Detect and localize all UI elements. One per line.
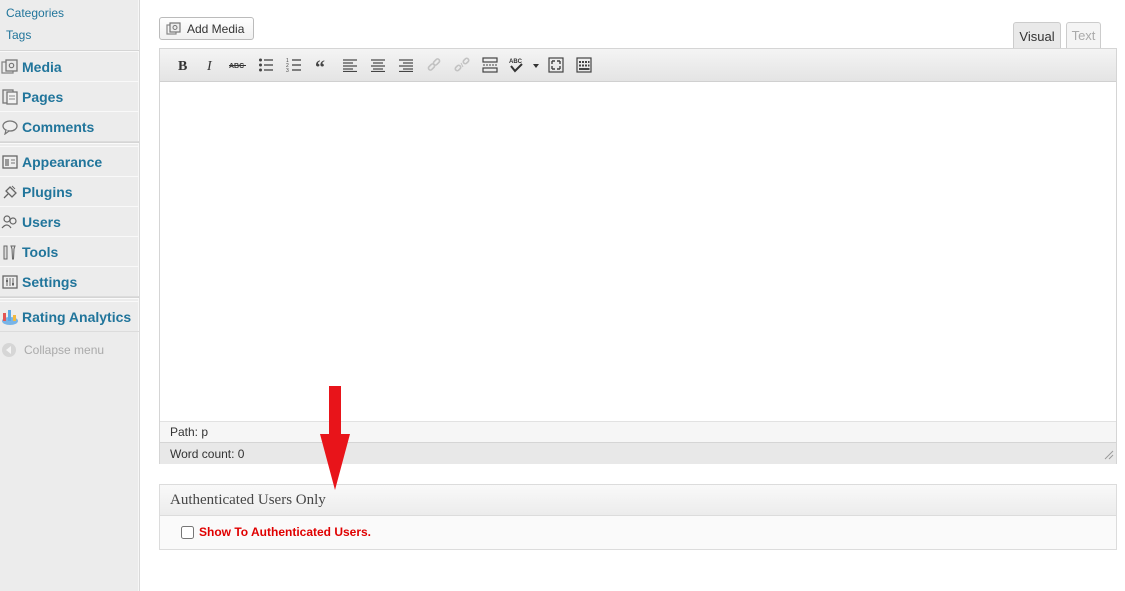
media-icon bbox=[0, 57, 20, 77]
remove-link-icon[interactable] bbox=[452, 56, 472, 74]
numbered-list-button[interactable]: 123 bbox=[284, 56, 304, 74]
spellcheck-button[interactable]: ABC bbox=[508, 56, 542, 74]
sidebar-item-media[interactable]: Media bbox=[0, 51, 139, 82]
settings-icon bbox=[0, 272, 20, 292]
sidebar-divider bbox=[0, 142, 139, 144]
appearance-icon bbox=[0, 152, 20, 172]
tools-icon bbox=[0, 242, 20, 262]
editor-toolbar: B I ABC 123 “ ABC bbox=[160, 49, 1116, 82]
sidebar-item-users[interactable]: Users bbox=[0, 206, 139, 237]
sidebar-item-label: Appearance bbox=[22, 153, 103, 170]
word-count: Word count: 0 bbox=[170, 446, 245, 461]
path-text: Path: p bbox=[170, 425, 209, 439]
authenticated-users-meta-box: Authenticated Users Only Show To Authent… bbox=[159, 484, 1117, 550]
submenu-tags[interactable]: Tags bbox=[6, 28, 31, 42]
sidebar-item-appearance[interactable]: Appearance bbox=[0, 146, 139, 177]
italic-button[interactable]: I bbox=[200, 56, 220, 74]
tab-visual[interactable]: Visual bbox=[1013, 22, 1061, 49]
users-icon bbox=[0, 212, 20, 232]
sidebar-item-rating-analytics[interactable]: Rating Analytics bbox=[0, 301, 139, 332]
fullscreen-button[interactable] bbox=[546, 56, 566, 74]
resize-handle-icon[interactable] bbox=[1104, 449, 1114, 463]
add-media-button[interactable]: Add Media bbox=[159, 17, 254, 40]
add-media-label: Add Media bbox=[187, 21, 245, 36]
editor-content-area[interactable] bbox=[160, 82, 1116, 420]
collapse-arrow-icon bbox=[2, 343, 16, 357]
sidebar-divider bbox=[0, 297, 139, 299]
bullet-list-button[interactable] bbox=[256, 56, 276, 74]
sidebar-item-tools[interactable]: Tools bbox=[0, 236, 139, 267]
meta-box-title: Authenticated Users Only bbox=[170, 491, 326, 508]
media-icon bbox=[166, 21, 182, 36]
svg-text:B: B bbox=[178, 59, 187, 72]
meta-checkbox-row: Show To Authenticated Users. bbox=[181, 525, 371, 539]
sidebar-item-label: Users bbox=[22, 213, 61, 230]
svg-text:I: I bbox=[206, 59, 213, 72]
bold-button[interactable]: B bbox=[172, 56, 192, 74]
svg-text:ABC: ABC bbox=[229, 63, 244, 70]
tab-text[interactable]: Text bbox=[1066, 22, 1101, 48]
comments-icon bbox=[0, 117, 20, 137]
svg-text:3: 3 bbox=[286, 68, 289, 73]
sidebar-item-plugins[interactable]: Plugins bbox=[0, 176, 139, 207]
sidebar-item-label: Plugins bbox=[22, 183, 73, 200]
collapse-menu-button[interactable]: Collapse menu bbox=[0, 340, 104, 360]
toolbar-toggle-button[interactable] bbox=[574, 56, 594, 74]
sidebar-item-label: Settings bbox=[22, 273, 78, 290]
align-right-button[interactable] bbox=[396, 56, 416, 74]
blockquote-button[interactable]: “ bbox=[312, 56, 332, 74]
sidebar-item-settings[interactable]: Settings bbox=[0, 266, 139, 297]
editor-path-bar: Path: p bbox=[160, 421, 1116, 442]
red-arrow-annotation bbox=[320, 386, 350, 490]
insert-more-button[interactable] bbox=[480, 56, 500, 74]
show-to-authenticated-label[interactable]: Show To Authenticated Users. bbox=[199, 525, 371, 539]
sidebar-item-label: Comments bbox=[22, 118, 95, 135]
sidebar-item-pages[interactable]: Pages bbox=[0, 81, 139, 112]
sidebar-item-comments[interactable]: Comments bbox=[0, 111, 139, 142]
plugins-icon bbox=[0, 182, 20, 202]
sidebar-item-label: Rating Analytics bbox=[22, 308, 132, 325]
submenu-categories[interactable]: Categories bbox=[6, 6, 64, 20]
rating-analytics-icon bbox=[0, 307, 20, 327]
admin-sidebar: Categories Tags Media Pages Comments App… bbox=[0, 0, 140, 591]
show-to-authenticated-checkbox[interactable] bbox=[181, 525, 194, 539]
insert-link-icon[interactable] bbox=[424, 56, 444, 74]
editor-status-bar: Word count: 0 bbox=[160, 442, 1116, 464]
pages-icon bbox=[0, 87, 20, 107]
collapse-menu-label: Collapse menu bbox=[24, 343, 105, 357]
svg-text:“: “ bbox=[315, 58, 325, 72]
align-center-button[interactable] bbox=[368, 56, 388, 74]
meta-box-header[interactable]: Authenticated Users Only bbox=[160, 485, 1116, 516]
sidebar-item-label: Media bbox=[22, 58, 62, 75]
sidebar-item-label: Tools bbox=[22, 243, 59, 260]
strikethrough-button[interactable]: ABC bbox=[228, 56, 248, 74]
sidebar-item-label: Pages bbox=[22, 88, 64, 105]
post-editor: B I ABC 123 “ ABC Path: p Word count: 0 bbox=[159, 48, 1117, 464]
align-left-button[interactable] bbox=[340, 56, 360, 74]
